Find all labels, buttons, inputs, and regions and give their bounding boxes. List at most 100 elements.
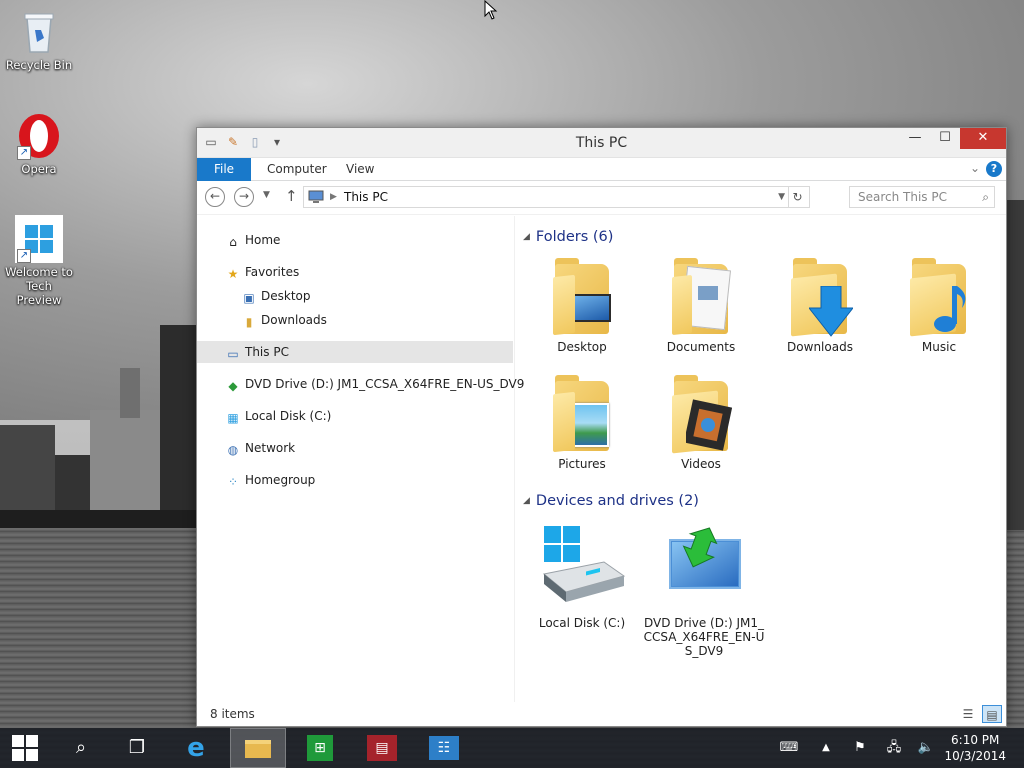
folder-label: Desktop [557,340,607,354]
folder-music[interactable]: Music [880,256,998,354]
home-icon: ⌂ [229,235,237,249]
maximize-button[interactable]: ☐ [930,128,960,149]
search-placeholder: Search This PC [858,190,947,204]
news-app-icon[interactable]: ▤ [354,728,410,768]
forward-button[interactable]: → [234,187,254,207]
desktop-icon-label: Recycle Bin [5,58,73,72]
nav-item-dvd-drive[interactable]: ◆ DVD Drive (D:) JM1_CCSA_X64FRE_EN-US_DV… [225,373,524,395]
search-taskbar-icon[interactable]: ⌕ [56,728,106,768]
shortcut-arrow-icon: ↗ [17,249,31,263]
nav-item-desktop[interactable]: ▣ Desktop [241,285,310,307]
local-disk-icon [532,522,632,612]
close-button[interactable]: ✕ [960,128,1006,149]
folder-documents[interactable]: Documents [642,256,760,354]
store-icon[interactable]: ⊞ [292,728,348,768]
desktop-folder-icon [553,256,611,336]
touch-keyboard-icon[interactable]: ⌨ [772,728,806,768]
desktop-icon-label: Welcome to Tech Preview [5,265,73,307]
recent-locations-icon[interactable]: ▼ [263,190,270,200]
nav-item-this-pc[interactable]: ▭ This PC [197,341,513,363]
drive-label: Local Disk (C:) [538,616,626,630]
this-pc-icon [308,190,324,203]
folder-label: Pictures [558,457,606,471]
windows-start-icon [12,735,38,761]
details-view-icon[interactable]: ☰ [958,705,978,723]
window-title: This PC [575,135,628,151]
navigation-pane: ⌂ Home ★ Favorites ▣ Desktop ▮ Downloads ▭ Th… [197,216,524,702]
tab-computer[interactable]: Computer [253,158,341,181]
internet-explorer-icon[interactable]: e [168,728,224,768]
up-button[interactable]: ↑ [285,187,298,205]
drive-local-disk[interactable]: Local Disk (C:) [523,522,641,630]
nav-item-network[interactable]: ◍ Network [225,437,295,459]
folder-pictures[interactable]: Pictures [523,373,641,471]
shortcut-arrow-icon: ↗ [17,146,31,160]
system-clock[interactable]: 6:10 PM 10/3/2014 [944,732,1006,764]
back-button[interactable]: ← [205,187,225,207]
desktop-icon-recycle-bin[interactable]: Recycle Bin [3,8,75,72]
recycle-bin-icon [15,8,63,56]
minimize-button[interactable]: — [900,128,930,149]
tab-file[interactable]: File [197,158,251,181]
homegroup-icon: ⁘ [227,475,239,489]
expand-ribbon-icon[interactable]: ⌄ [970,161,980,175]
help-icon[interactable]: ? [986,161,1002,177]
taskbar: ⌕ ❐ e ⊞ ▤ ☷ ⌨ ▲ ⚑ 🖧 🔈 6:10 PM 10/3/2014 [0,728,1024,768]
dvd-drive-icon [654,522,754,612]
windows-logo-icon: ↗ [15,215,63,263]
group-header-folders[interactable]: ◢ Folders (6) [523,229,613,245]
folder-label: Documents [666,340,736,354]
music-folder-icon [910,256,968,337]
desktop-icon: ▣ [243,291,255,305]
collapse-icon[interactable]: ◢ [523,232,530,242]
downloads-folder-icon [791,256,853,337]
downloads-folder-icon: ▮ [245,315,253,329]
task-view-icon[interactable]: ❐ [112,728,162,768]
large-icons-view-icon[interactable]: ▤ [982,705,1002,723]
address-dropdown-icon[interactable]: ▼ [778,187,785,207]
folder-downloads[interactable]: Downloads [761,256,879,354]
drive-dvd[interactable]: DVD Drive (D:) JM1_CCSA_X64FRE_EN-US_DV9 [642,522,766,658]
local-disk-icon: ▦ [227,411,239,425]
show-hidden-icons-icon[interactable]: ▲ [816,728,836,768]
refresh-icon[interactable]: ↻ [788,187,806,207]
collapse-icon[interactable]: ◢ [523,496,530,506]
this-pc-icon: ▭ [227,347,239,361]
address-bar[interactable]: ▶ This PC ▼ ↻ [303,186,810,208]
windows-feedback-icon[interactable]: ☷ [416,728,472,768]
desktop-icon-label: Opera [21,162,57,176]
volume-icon[interactable]: 🔈 [914,728,938,768]
clock-time: 6:10 PM [951,733,1000,747]
start-button[interactable] [0,728,50,768]
nav-item-home[interactable]: ⌂ Home [225,229,280,251]
folder-label: Downloads [787,340,853,354]
nav-item-downloads[interactable]: ▮ Downloads [241,309,327,331]
status-bar: 8 items ☰ ▤ [197,702,1006,726]
tab-view[interactable]: View [332,158,388,181]
folder-desktop[interactable]: Desktop [523,256,641,354]
desktop-icon-welcome[interactable]: ↗ Welcome to Tech Preview [3,215,75,307]
nav-item-favorites[interactable]: ★ Favorites [225,261,300,283]
title-bar[interactable]: ▭ ✎ ▯ ▾ This PC — ☐ ✕ [197,128,1006,158]
network-status-icon[interactable]: 🖧 [882,728,906,768]
clock-date: 10/3/2014 [944,749,1006,763]
opera-icon: ↗ [15,112,63,160]
group-header-devices[interactable]: ◢ Devices and drives (2) [523,493,699,509]
action-center-flag-icon[interactable]: ⚑ [848,728,872,768]
videos-folder-icon [672,373,732,454]
search-icon[interactable]: ⌕ [982,187,989,207]
search-input[interactable]: Search This PC ⌕ [849,186,995,208]
dvd-drive-icon: ◆ [228,379,238,393]
folder-videos[interactable]: Videos [642,373,760,471]
drive-label: DVD Drive (D:) JM1_CCSA_X64FRE_EN-US_DV9 [643,616,765,658]
breadcrumb-separator-icon: ▶ [330,192,337,202]
nav-item-local-disk[interactable]: ▦ Local Disk (C:) [225,405,331,427]
desktop-icon-opera[interactable]: ↗ Opera [3,112,75,176]
pictures-folder-icon [553,373,611,453]
mouse-cursor-icon [484,0,498,20]
address-path[interactable]: This PC [344,187,388,207]
nav-item-homegroup[interactable]: ⁘ Homegroup [225,469,315,491]
documents-folder-icon [672,256,732,336]
file-explorer-taskbar-icon[interactable] [230,728,286,768]
explorer-window: ▭ ✎ ▯ ▾ This PC — ☐ ✕ File Computer View… [196,127,1007,727]
